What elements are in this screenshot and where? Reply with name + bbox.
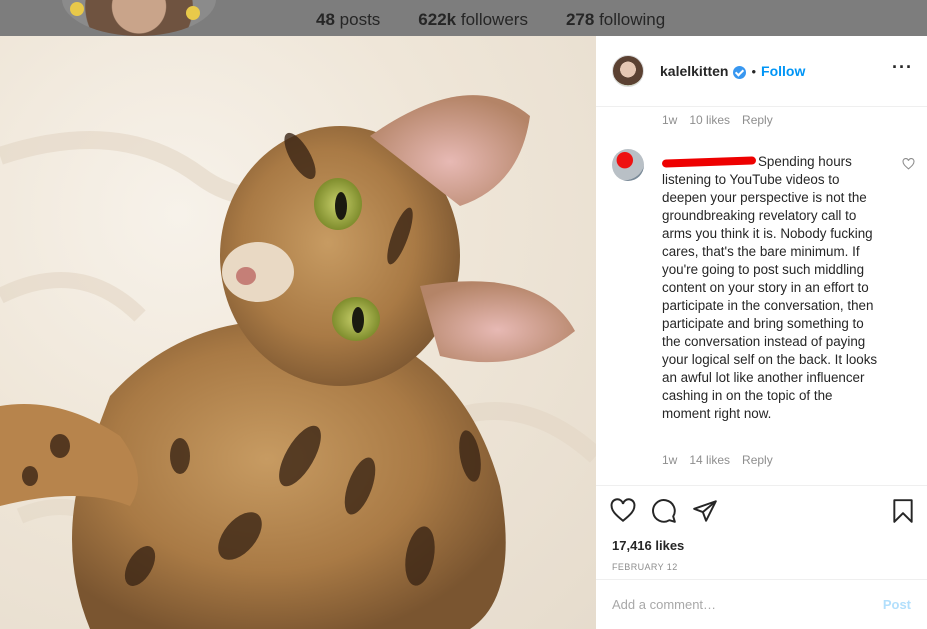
profile-header-backdrop: 48 posts 622k followers 278 following bbox=[0, 0, 927, 36]
comment-time: 1w bbox=[662, 453, 678, 467]
comment-time: 1w bbox=[662, 113, 678, 127]
comment-meta: 1w 14 likes Reply bbox=[662, 453, 773, 467]
profile-avatar bbox=[62, 0, 216, 36]
stat-followers[interactable]: 622k followers bbox=[418, 10, 528, 30]
like-comment-icon[interactable] bbox=[902, 158, 915, 170]
comment-input[interactable] bbox=[612, 597, 883, 612]
post-side-panel: kalelkitten • Follow ··· 1w 10 likes Rep… bbox=[596, 36, 927, 629]
author-avatar[interactable] bbox=[612, 55, 644, 87]
comment-text-block: Spending hours listening to YouTube vide… bbox=[661, 153, 878, 423]
stat-posts: 48 posts bbox=[316, 10, 381, 29]
reply-button[interactable]: Reply bbox=[742, 453, 773, 467]
post-comment-button[interactable]: Post bbox=[883, 597, 911, 612]
comment-text: Spending hours listening to YouTube vide… bbox=[662, 154, 878, 421]
comment-meta: 1w 10 likes Reply bbox=[662, 113, 773, 127]
stat-following[interactable]: 278 following bbox=[566, 10, 665, 30]
add-comment-bar: Post bbox=[596, 579, 927, 629]
commenter-avatar[interactable] bbox=[612, 149, 644, 181]
share-icon[interactable] bbox=[692, 498, 718, 524]
redacted-username bbox=[661, 156, 757, 169]
more-icon[interactable]: ··· bbox=[892, 58, 913, 76]
follow-button[interactable]: Follow bbox=[761, 63, 805, 79]
post-date: FEBRUARY 12 bbox=[612, 562, 678, 572]
separator-dot: • bbox=[751, 63, 757, 79]
profile-stats: 48 posts 622k followers 278 following bbox=[316, 10, 665, 30]
post-actions: 17,416 likes FEBRUARY 12 bbox=[596, 485, 927, 580]
comment-icon[interactable] bbox=[651, 498, 677, 524]
comment-likes[interactable]: 10 likes bbox=[689, 113, 730, 127]
likes-count[interactable]: 17,416 likes bbox=[612, 538, 684, 553]
reply-button[interactable]: Reply bbox=[742, 113, 773, 127]
author-username[interactable]: kalelkitten bbox=[660, 63, 728, 79]
verified-badge-icon bbox=[733, 65, 747, 79]
like-icon[interactable] bbox=[610, 498, 636, 524]
bookmark-icon[interactable] bbox=[890, 498, 916, 524]
comment-likes[interactable]: 14 likes bbox=[689, 453, 730, 467]
post-header: kalelkitten • Follow ··· bbox=[596, 36, 927, 107]
post-image bbox=[0, 36, 596, 629]
